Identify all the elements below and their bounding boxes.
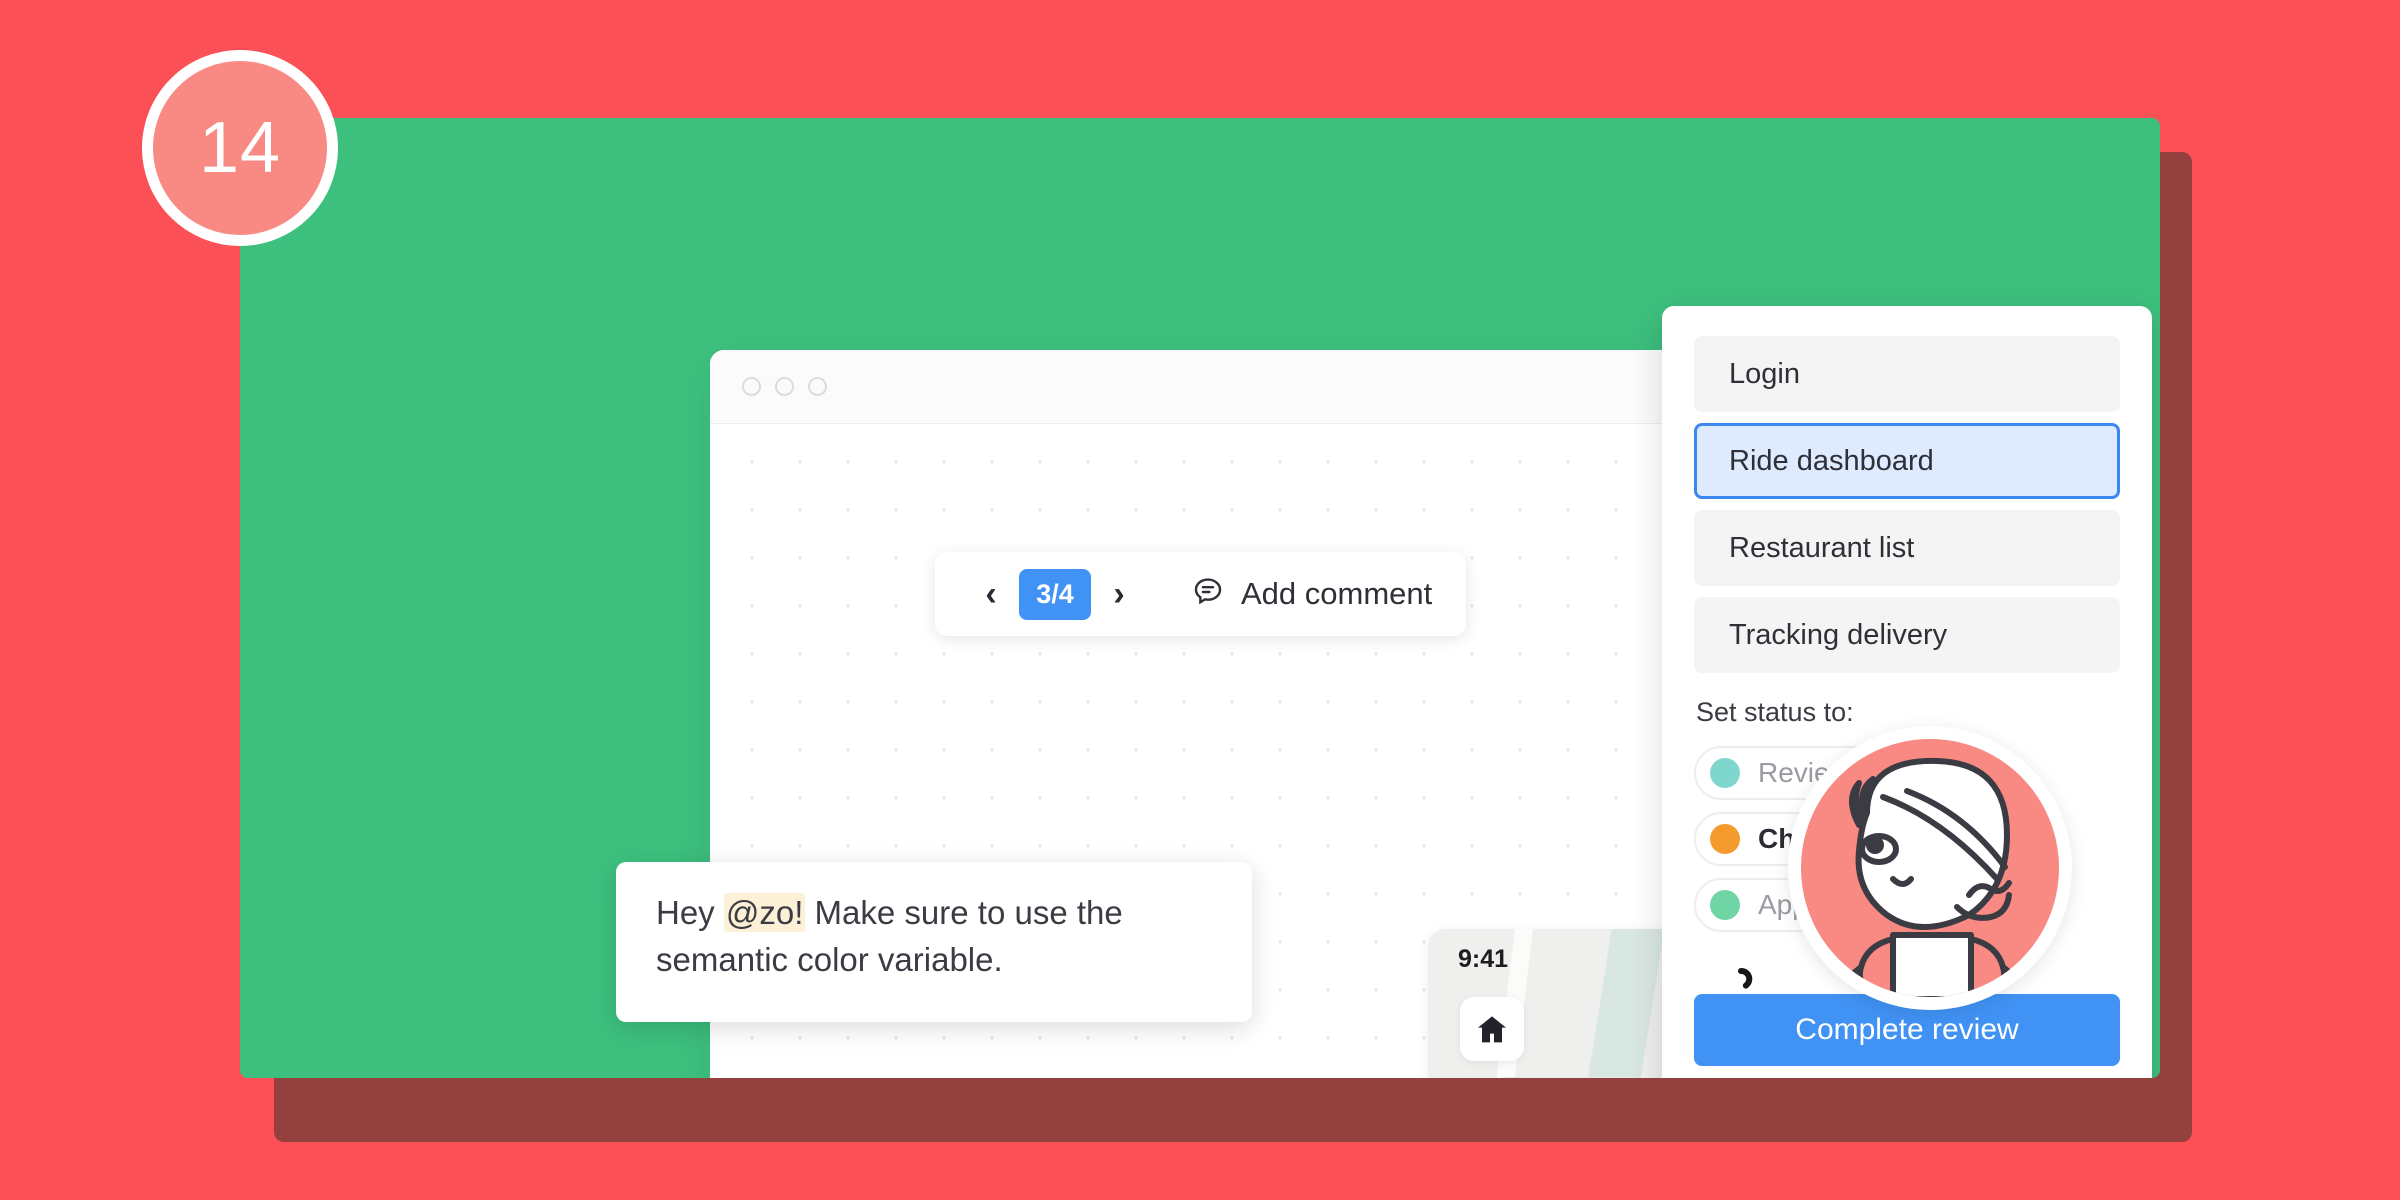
comment-mention[interactable]: @zo! bbox=[723, 893, 806, 932]
screen-item-label: Restaurant list bbox=[1729, 531, 1915, 564]
screen-item-tracking-delivery[interactable]: Tracking delivery bbox=[1694, 597, 2120, 673]
add-comment-label: Add comment bbox=[1241, 576, 1433, 611]
cursor-icon bbox=[1738, 968, 1753, 989]
review-toolbar: ‹ 3/4 › Add comment bbox=[935, 552, 1467, 636]
page-indicator[interactable]: 3/4 bbox=[1019, 568, 1091, 620]
home-button[interactable] bbox=[1460, 997, 1524, 1061]
minimize-dot-icon[interactable] bbox=[775, 377, 794, 396]
add-comment-button[interactable]: Add comment bbox=[1191, 575, 1432, 614]
screen-item-label: Tracking delivery bbox=[1729, 618, 1948, 651]
phone-time: 9:41 bbox=[1458, 944, 1509, 973]
home-icon bbox=[1478, 1016, 1506, 1043]
step-number: 14 bbox=[198, 108, 282, 188]
chevron-right-icon[interactable]: › bbox=[1097, 567, 1141, 621]
maximize-dot-icon[interactable] bbox=[808, 377, 827, 396]
reviewer-avatar[interactable] bbox=[1788, 726, 2072, 1010]
comment-bubble-icon bbox=[1191, 575, 1225, 614]
chevron-left-icon[interactable]: ‹ bbox=[969, 567, 1013, 621]
status-dot-icon bbox=[1710, 758, 1740, 788]
screen-item-ride-dashboard[interactable]: Ride dashboard bbox=[1694, 423, 2120, 499]
comment-text: Hey @zo! Make sure to use the semantic c… bbox=[656, 890, 1212, 984]
set-status-label: Set status to: bbox=[1696, 697, 1854, 727]
comment-prefix: Hey bbox=[656, 894, 724, 931]
screen-item-label: Ride dashboard bbox=[1729, 444, 1934, 477]
avatar-illustration bbox=[1846, 757, 2018, 997]
comment-card[interactable]: Hey @zo! Make sure to use the semantic c… bbox=[616, 862, 1252, 1022]
status-dot-icon bbox=[1710, 890, 1740, 920]
close-dot-icon[interactable] bbox=[742, 377, 761, 396]
step-number-badge: 14 bbox=[142, 50, 338, 246]
screen-item-restaurant-list[interactable]: Restaurant list bbox=[1694, 510, 2120, 586]
screen-item-login[interactable]: Login bbox=[1694, 336, 2120, 412]
screen-item-label: Login bbox=[1729, 357, 1800, 390]
status-dot-icon bbox=[1710, 824, 1740, 854]
